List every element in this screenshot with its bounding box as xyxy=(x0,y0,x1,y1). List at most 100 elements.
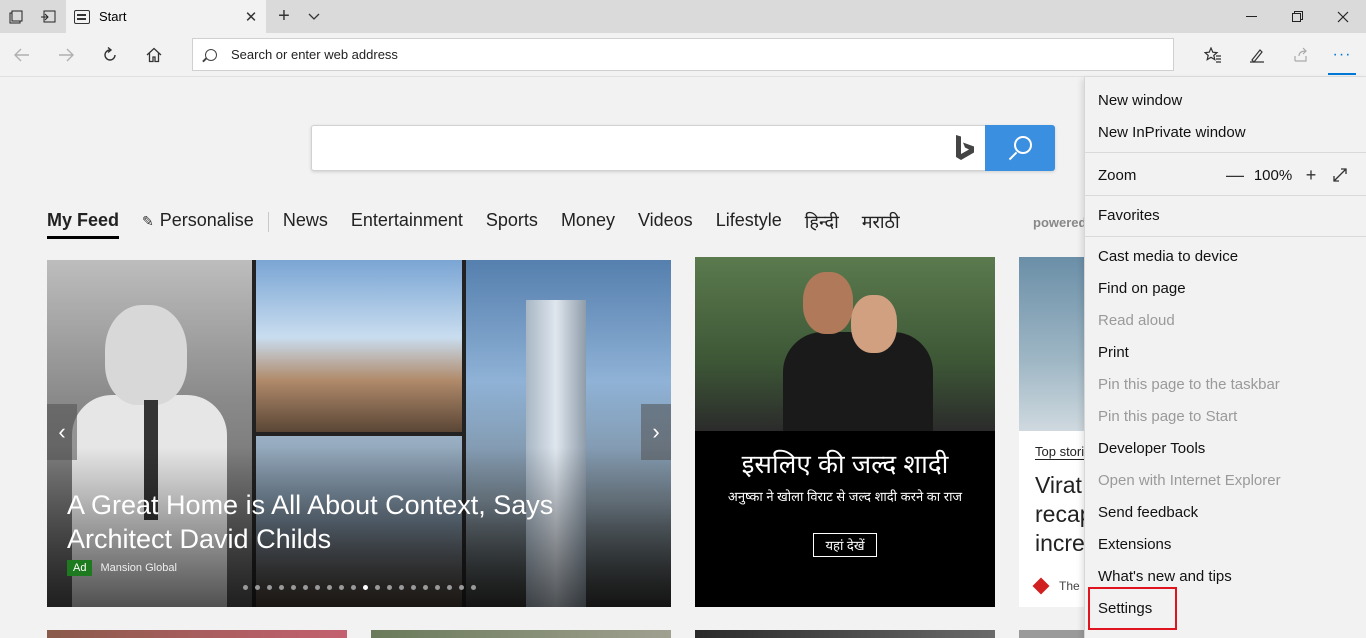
carousel-dot[interactable] xyxy=(399,585,404,590)
headline-line: incre xyxy=(1035,530,1085,556)
tab-my-feed[interactable]: My Feed xyxy=(47,210,120,239)
menu-divider xyxy=(1085,195,1366,196)
share-icon[interactable] xyxy=(1279,33,1323,77)
home-icon[interactable] xyxy=(132,33,176,77)
carousel-dot[interactable] xyxy=(291,585,296,590)
carousel-dot[interactable] xyxy=(375,585,380,590)
pen-icon[interactable] xyxy=(1235,33,1279,77)
carousel-prev-icon[interactable]: ‹ xyxy=(47,404,77,460)
tab-entertainment[interactable]: Entertainment xyxy=(351,210,463,237)
menu-find-on-page[interactable]: Find on page xyxy=(1098,276,1186,300)
tab-money[interactable]: Money xyxy=(561,210,615,237)
tab-sports[interactable]: Sports xyxy=(486,210,538,237)
menu-send-feedback[interactable]: Send feedback xyxy=(1098,500,1198,524)
carousel-dot[interactable] xyxy=(339,585,344,590)
carousel-dot[interactable] xyxy=(471,585,476,590)
menu-extensions[interactable]: Extensions xyxy=(1098,532,1171,556)
menu-favorites[interactable]: Favorites xyxy=(1098,203,1160,227)
tab-news[interactable]: News xyxy=(283,210,328,237)
zoom-in-button[interactable]: + xyxy=(1298,165,1324,186)
search-icon xyxy=(205,48,217,61)
minimize-icon[interactable] xyxy=(1228,0,1274,33)
hero-headline[interactable]: A Great Home is All About Context, Says … xyxy=(67,488,627,556)
carousel-dot[interactable] xyxy=(363,585,368,590)
refresh-icon[interactable] xyxy=(88,33,132,77)
carousel-dot[interactable] xyxy=(315,585,320,590)
hero-carousel-card[interactable]: A Great Home is All About Context, Says … xyxy=(47,260,671,607)
menu-new-window[interactable]: New window xyxy=(1098,88,1182,112)
carousel-dot[interactable] xyxy=(267,585,272,590)
menu-open-with-ie: Open with Internet Explorer xyxy=(1098,471,1281,489)
zoom-out-button[interactable]: — xyxy=(1222,165,1248,186)
zoom-level: 100% xyxy=(1253,166,1293,184)
next-card-thumb xyxy=(695,630,995,638)
forward-arrow-icon[interactable] xyxy=(44,33,88,77)
search-icon xyxy=(1014,136,1032,154)
more-icon[interactable]: ··· xyxy=(1322,33,1362,77)
headline-line: recap xyxy=(1035,501,1089,527)
address-bar[interactable] xyxy=(192,38,1174,71)
close-icon[interactable] xyxy=(1320,0,1366,33)
side-story-photo xyxy=(1019,257,1089,431)
menu-print[interactable]: Print xyxy=(1098,340,1129,364)
bing-search-button[interactable] xyxy=(985,125,1055,171)
chevron-down-icon[interactable] xyxy=(300,0,328,33)
carousel-dot[interactable] xyxy=(351,585,356,590)
powered-by-label: powered xyxy=(1033,215,1087,230)
tab-personalise-label: Personalise xyxy=(159,210,254,230)
tab-personalise[interactable]: ✎ Personalise xyxy=(142,210,254,237)
carousel-dot[interactable] xyxy=(459,585,464,590)
carousel-dot[interactable] xyxy=(411,585,416,590)
carousel-dot[interactable] xyxy=(387,585,392,590)
menu-cast-media[interactable]: Cast media to device xyxy=(1098,244,1238,268)
menu-divider xyxy=(1085,152,1366,153)
tab-lifestyle[interactable]: Lifestyle xyxy=(716,210,782,237)
carousel-dot[interactable] xyxy=(327,585,332,590)
carousel-dot[interactable] xyxy=(303,585,308,590)
next-card-thumb xyxy=(1019,630,1089,638)
back-arrow-icon[interactable] xyxy=(0,33,44,77)
menu-zoom-row: Zoom — 100% + xyxy=(1098,163,1356,187)
fullscreen-icon[interactable] xyxy=(1324,167,1356,183)
promo-cta-button[interactable]: यहां देखें xyxy=(813,533,877,557)
tab-marathi[interactable]: मराठी xyxy=(862,210,900,240)
menu-new-inprivate-window[interactable]: New InPrivate window xyxy=(1098,120,1246,144)
carousel-dot[interactable] xyxy=(447,585,452,590)
pencil-icon: ✎ xyxy=(142,213,154,229)
close-tab-icon[interactable]: ✕ xyxy=(236,8,266,26)
title-bar: Start ✕ + xyxy=(0,0,1366,33)
promo-card[interactable]: इसलिए की जल्द शादी अनुष्का ने खोला विराट… xyxy=(695,257,995,607)
feed-navigation: My Feed ✎ Personalise News Entertainment … xyxy=(47,210,923,240)
tab-title: Start xyxy=(99,9,127,24)
menu-whats-new[interactable]: What's new and tips xyxy=(1098,564,1232,588)
side-story-card[interactable]: Top stori Virat recap incre The xyxy=(1019,257,1089,607)
settings-and-more-menu: New window New InPrivate window Zoom — 1… xyxy=(1084,77,1366,638)
carousel-next-icon[interactable]: › xyxy=(641,404,671,460)
set-aside-icon[interactable] xyxy=(32,0,64,33)
carousel-dot[interactable] xyxy=(243,585,248,590)
star-list-icon[interactable] xyxy=(1191,33,1235,77)
tabs-aside-icon[interactable] xyxy=(0,0,32,33)
carousel-dot[interactable] xyxy=(279,585,284,590)
restore-icon[interactable] xyxy=(1274,0,1320,33)
carousel-dot[interactable] xyxy=(423,585,428,590)
tab-hindi[interactable]: हिन्दी xyxy=(805,210,839,240)
menu-pin-to-taskbar: Pin this page to the taskbar xyxy=(1098,375,1280,393)
promo-title: इसलिए की जल्द शादी xyxy=(741,449,949,479)
carousel-dot[interactable] xyxy=(255,585,260,590)
tab-start[interactable]: Start ✕ xyxy=(66,0,266,33)
side-story-headline: Virat recap incre xyxy=(1035,471,1089,558)
plus-icon[interactable]: + xyxy=(270,0,298,33)
menu-zoom-label: Zoom xyxy=(1098,166,1137,184)
publisher-logo-icon xyxy=(1032,577,1050,595)
carousel-indicator xyxy=(243,585,483,590)
promo-subtitle: अनुष्का ने खोला विराट से जल्द शादी करने … xyxy=(727,489,963,504)
side-story-label: Top stori xyxy=(1035,444,1085,460)
menu-developer-tools[interactable]: Developer Tools xyxy=(1098,436,1205,460)
address-input[interactable] xyxy=(231,47,1131,62)
next-card-thumb xyxy=(47,630,347,638)
bing-search-box[interactable] xyxy=(311,125,1055,171)
menu-pin-to-start: Pin this page to Start xyxy=(1098,407,1238,425)
tab-videos[interactable]: Videos xyxy=(638,210,693,237)
carousel-dot[interactable] xyxy=(435,585,440,590)
